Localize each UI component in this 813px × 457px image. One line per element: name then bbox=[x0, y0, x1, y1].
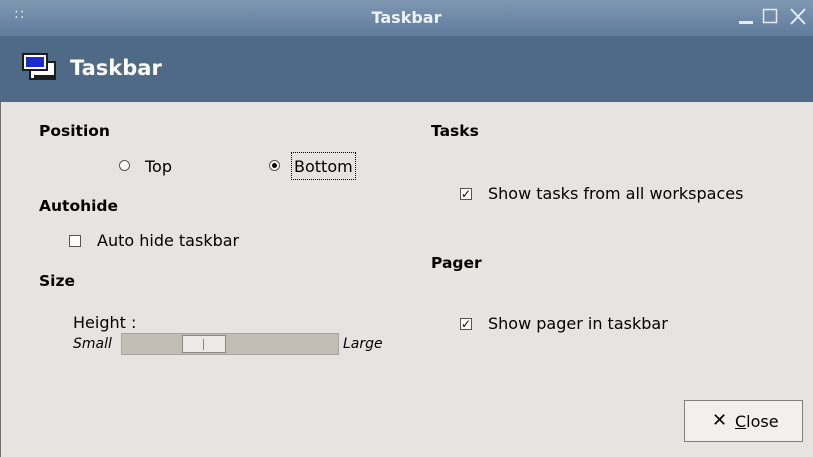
x-icon: ✕ bbox=[712, 410, 728, 431]
height-slider[interactable] bbox=[121, 333, 339, 355]
dialog-body: Position Top Bottom Autohide Auto hide t… bbox=[0, 102, 813, 457]
minimize-icon[interactable] bbox=[738, 6, 754, 31]
tasks-all-workspaces-checkbox[interactable]: ✓ bbox=[460, 188, 472, 200]
radio-top-label[interactable]: Top bbox=[145, 157, 172, 176]
header-title: Taskbar bbox=[70, 56, 162, 80]
tasks-all-workspaces-label[interactable]: Show tasks from all workspaces bbox=[488, 184, 743, 203]
monitor-icon bbox=[22, 53, 58, 87]
close-button[interactable]: ✕ Close bbox=[684, 400, 803, 442]
autohide-heading: Autohide bbox=[39, 197, 119, 215]
window-title: Taskbar bbox=[371, 8, 442, 27]
height-label: Height : bbox=[73, 313, 137, 332]
slider-max-label: Large bbox=[343, 336, 383, 352]
radio-bottom[interactable] bbox=[269, 160, 280, 171]
radio-top[interactable] bbox=[119, 160, 130, 171]
slider-min-label: Small bbox=[73, 336, 112, 352]
size-heading: Size bbox=[39, 272, 76, 290]
pager-checkbox[interactable]: ✓ bbox=[460, 318, 472, 330]
slider-thumb[interactable] bbox=[182, 335, 226, 353]
close-icon[interactable] bbox=[789, 6, 807, 31]
autohide-label[interactable]: Auto hide taskbar bbox=[97, 231, 239, 250]
close-button-label: Close bbox=[735, 412, 779, 431]
radio-bottom-label[interactable]: Bottom bbox=[291, 152, 356, 180]
pager-heading: Pager bbox=[431, 254, 482, 272]
autohide-checkbox[interactable] bbox=[69, 235, 81, 247]
window-titlebar[interactable]: :: Taskbar bbox=[0, 0, 813, 36]
dialog-header: Taskbar bbox=[0, 36, 813, 102]
position-heading: Position bbox=[39, 122, 110, 140]
pager-label[interactable]: Show pager in taskbar bbox=[488, 314, 668, 333]
tasks-heading: Tasks bbox=[431, 122, 479, 140]
maximize-icon[interactable] bbox=[762, 6, 778, 31]
